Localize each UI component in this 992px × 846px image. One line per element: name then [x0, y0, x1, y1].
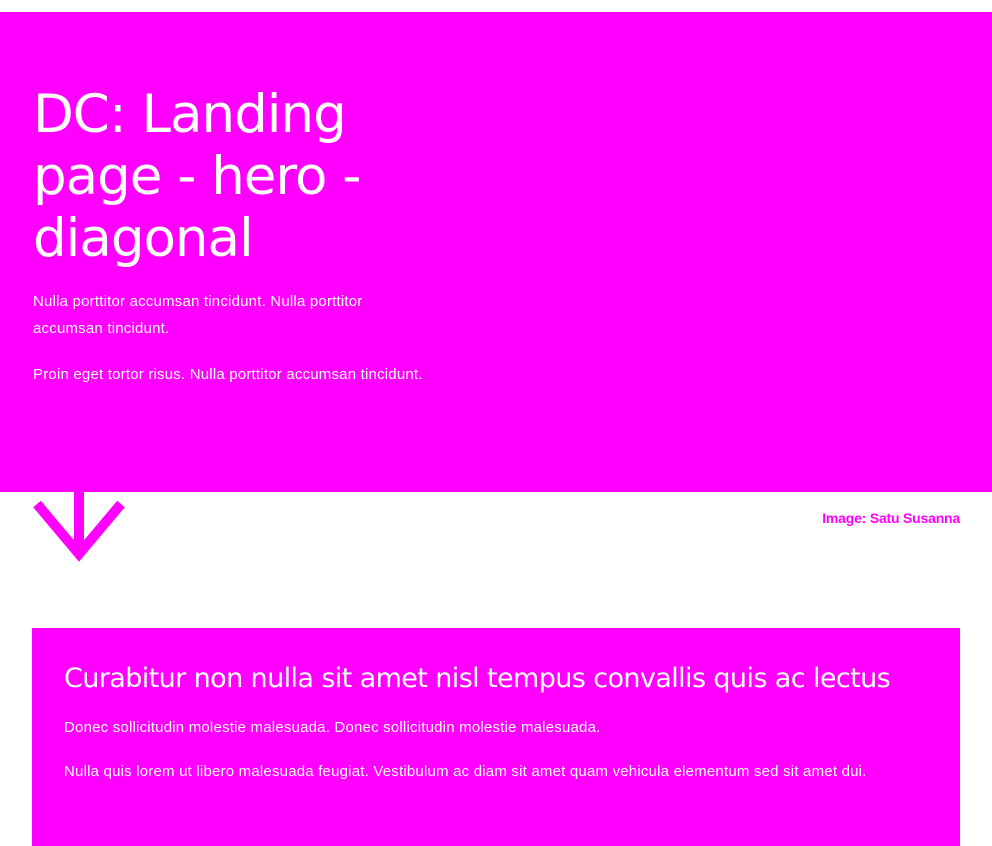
card-title: Curabitur non nulla sit amet nisl tempus… — [64, 663, 891, 694]
card-paragraph-2: Nulla quis lorem ut libero malesuada feu… — [64, 763, 867, 780]
image-credit: Image: Satu Susanna — [822, 510, 960, 526]
hero-paragraph-2: Proin eget tortor risus. Nulla porttitor… — [33, 366, 423, 383]
hero-paragraph-1: Nulla porttitor accumsan tincidunt. Null… — [33, 293, 363, 337]
content-card: Curabitur non nulla sit amet nisl tempus… — [32, 628, 960, 846]
arrow-down-icon[interactable] — [32, 492, 126, 564]
hero-title: DC: Landing page - hero - diagonal — [33, 84, 361, 269]
hero-section: DC: Landing page - hero - diagonal Nulla… — [0, 12, 992, 492]
card-paragraph-1: Donec sollicitudin molestie malesuada. D… — [64, 719, 601, 736]
